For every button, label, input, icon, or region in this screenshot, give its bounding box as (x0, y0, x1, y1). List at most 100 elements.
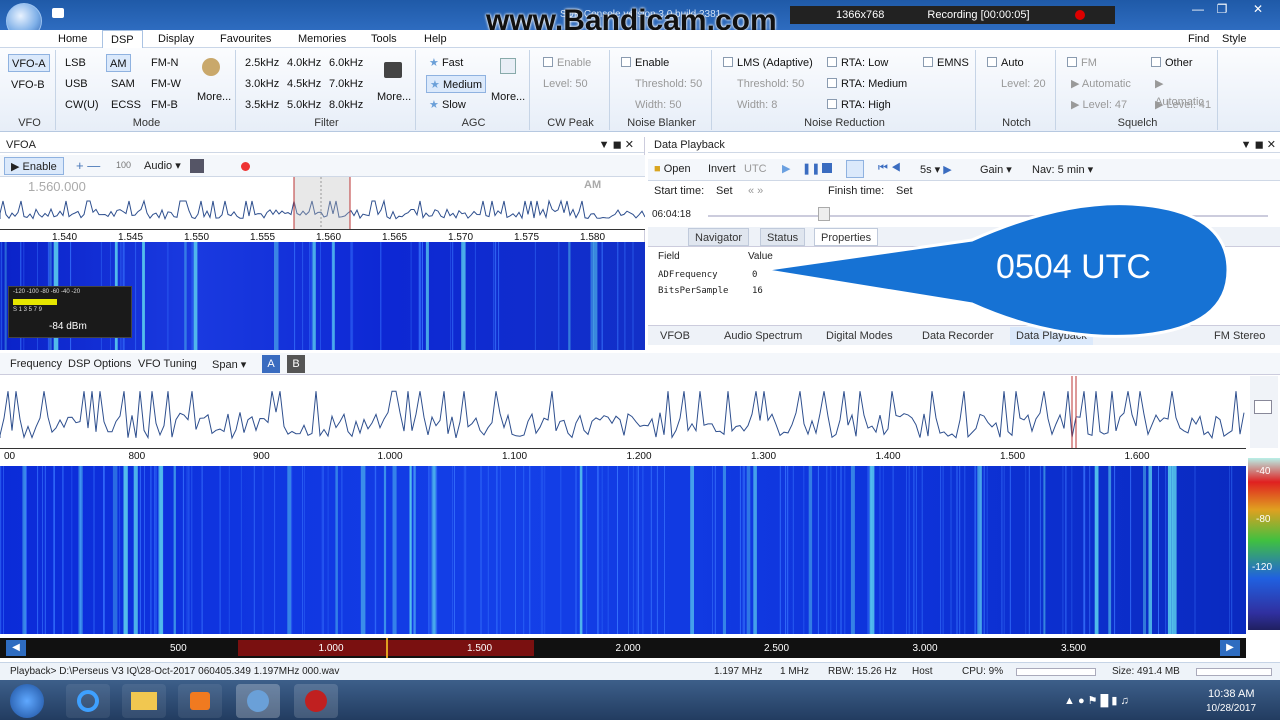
mode-fm-n[interactable]: FM-N (148, 54, 182, 72)
audio-dropdown[interactable]: Audio ▾ (144, 159, 181, 172)
vfoa-waterfall[interactable]: -120 -100 -80 -60 -40 -20 S 1 3 5 7 9 -8… (0, 242, 645, 350)
agc-fast[interactable]: ★ Fast (426, 54, 466, 72)
nb-threshold[interactable]: Threshold: 50 (632, 75, 705, 93)
maximize-button[interactable]: ❐ (1210, 0, 1234, 18)
filter-3-0[interactable]: 3.0kHz (242, 75, 282, 93)
squelch-fm[interactable]: FM (1064, 54, 1100, 72)
mode-lsb[interactable]: LSB (62, 54, 89, 72)
filter-3-5[interactable]: 3.5kHz (242, 96, 282, 114)
filter-7-0[interactable]: 7.0kHz (326, 75, 366, 93)
find-button[interactable]: Find (1180, 30, 1217, 48)
open-button[interactable]: ■ Open (654, 163, 691, 175)
squelch-other-level[interactable]: ▶ Level: 41 (1152, 96, 1214, 114)
nav-bar[interactable]: ◀ 500 1.000 1.500 2.000 2.500 3.000 3.500 ▶ (0, 638, 1246, 658)
close-icon[interactable]: ▼ ◼ ✕ (1241, 137, 1276, 153)
nr-rta-high[interactable]: RTA: High (824, 96, 894, 114)
notch-auto[interactable]: Auto (984, 54, 1027, 72)
main-spectrum[interactable] (0, 376, 1246, 448)
clock-time[interactable]: 10:38 AM (1208, 688, 1254, 700)
filter-8-0[interactable]: 8.0kHz (326, 96, 366, 114)
close-button[interactable]: ✕ (1246, 0, 1270, 18)
minimize-button[interactable]: — (1186, 0, 1210, 18)
mode-usb[interactable]: USB (62, 75, 91, 93)
vfo-a-button[interactable]: VFO-A (8, 54, 50, 72)
main-waterfall[interactable] (0, 466, 1246, 634)
style-button[interactable]: Style (1214, 30, 1254, 48)
sdr-console-icon[interactable] (236, 684, 280, 718)
record-stop-icon[interactable] (1075, 10, 1085, 20)
frequency-button[interactable]: Frequency (10, 358, 62, 370)
agc-slow[interactable]: ★ Slow (426, 96, 469, 114)
close-icon[interactable]: ▼ ◼ ✕ (599, 137, 634, 153)
squelch-fm-level[interactable]: ▶ Level: 47 (1068, 96, 1130, 114)
filter-5-0[interactable]: 5.0kHz (284, 96, 324, 114)
start-set-button[interactable]: Set (716, 185, 733, 197)
stop-icon[interactable] (822, 163, 832, 173)
mode-cwu[interactable]: CW(U) (62, 96, 102, 114)
squelch-other-auto[interactable]: ▶ Automatic (1152, 75, 1217, 108)
start-nav-arrows[interactable]: « » (748, 185, 763, 197)
vfoa-enable-button[interactable]: ▶ Enable (4, 157, 64, 175)
camera-icon[interactable] (52, 8, 64, 18)
menu-tools[interactable]: Tools (363, 30, 405, 48)
squelch-other[interactable]: Other (1148, 54, 1196, 72)
invert-button[interactable]: Invert (708, 163, 736, 175)
record-icon[interactable] (241, 162, 250, 171)
nav-right-button[interactable]: ▶ (1220, 640, 1240, 656)
menu-home[interactable]: Home (50, 30, 95, 48)
nr-width[interactable]: Width: 8 (734, 96, 780, 114)
menu-dsp[interactable]: DSP (102, 30, 143, 48)
gain-dropdown[interactable]: Gain ▾ (980, 163, 1012, 176)
clock-date[interactable]: 10/28/2017 (1206, 703, 1256, 714)
pause-icon[interactable]: ❚❚ (802, 162, 820, 175)
nr-emns[interactable]: EMNS (920, 54, 972, 72)
mode-sam[interactable]: SAM (108, 75, 138, 93)
dsp-options-button[interactable]: DSP Options (68, 358, 131, 370)
plus-icon[interactable]: + — (76, 158, 100, 173)
play-icon[interactable]: ▶ (782, 162, 790, 175)
utc-button[interactable]: UTC (744, 163, 767, 175)
menu-display[interactable]: Display (150, 30, 202, 48)
loop-icon[interactable] (846, 160, 864, 178)
menu-help[interactable]: Help (416, 30, 455, 48)
nb-enable[interactable]: Enable (618, 54, 672, 72)
mode-ecss[interactable]: ECSS (108, 96, 144, 114)
mode-fm-b[interactable]: FM-B (148, 96, 181, 114)
start-button[interactable] (10, 684, 44, 718)
mode-more-button[interactable]: More... (194, 88, 234, 106)
vfoa-spectrum[interactable]: 1.560.000 AM (0, 177, 646, 229)
vfo-b-button[interactable]: VFO-B (8, 76, 48, 94)
chart-icon[interactable] (1254, 400, 1272, 414)
notch-level[interactable]: Level: 20 (998, 75, 1049, 93)
nr-rta-low[interactable]: RTA: Low (824, 54, 891, 72)
menu-favourites[interactable]: Favourites (212, 30, 279, 48)
ie-icon[interactable] (66, 684, 110, 718)
speaker-icon[interactable] (190, 159, 204, 173)
mode-fm-w[interactable]: FM-W (148, 75, 184, 93)
folder-icon[interactable] (122, 684, 166, 718)
nr-threshold[interactable]: Threshold: 50 (734, 75, 807, 93)
mode-am[interactable]: AM (106, 54, 131, 72)
tray-icons[interactable]: ▲ ● ⚑ █ ▮ ♫ (1064, 694, 1129, 707)
tab-navigator[interactable]: Navigator (688, 228, 750, 246)
vfo-a-toggle[interactable]: A (262, 355, 280, 373)
step-dropdown[interactable]: 5s ▾ ▶ (920, 163, 952, 176)
cw-peak-level[interactable]: Level: 50 (540, 75, 591, 93)
cw-peak-enable[interactable]: Enable (540, 54, 594, 72)
vfo-b-toggle[interactable]: B (287, 355, 305, 373)
nr-lms[interactable]: LMS (Adaptive) (720, 54, 816, 72)
filter-4-0[interactable]: 4.0kHz (284, 54, 324, 72)
vfo-tuning-button[interactable]: VFO Tuning (138, 358, 197, 370)
nr-rta-medium[interactable]: RTA: Medium (824, 75, 910, 93)
media-player-icon[interactable] (178, 684, 222, 718)
nb-width[interactable]: Width: 50 (632, 96, 684, 114)
bandicam-icon[interactable] (294, 684, 338, 718)
tab-vfob[interactable]: VFOB (654, 327, 696, 345)
skip-back-icon[interactable]: ⏮ ◀ (878, 162, 901, 175)
nav-dropdown[interactable]: Nav: 5 min ▾ (1032, 163, 1093, 176)
squelch-fm-auto[interactable]: ▶ Automatic (1068, 75, 1134, 93)
filter-6-0[interactable]: 6.0kHz (326, 54, 366, 72)
filter-2-5[interactable]: 2.5kHz (242, 54, 282, 72)
menu-memories[interactable]: Memories (290, 30, 354, 48)
agc-more-button[interactable]: More... (488, 88, 528, 106)
